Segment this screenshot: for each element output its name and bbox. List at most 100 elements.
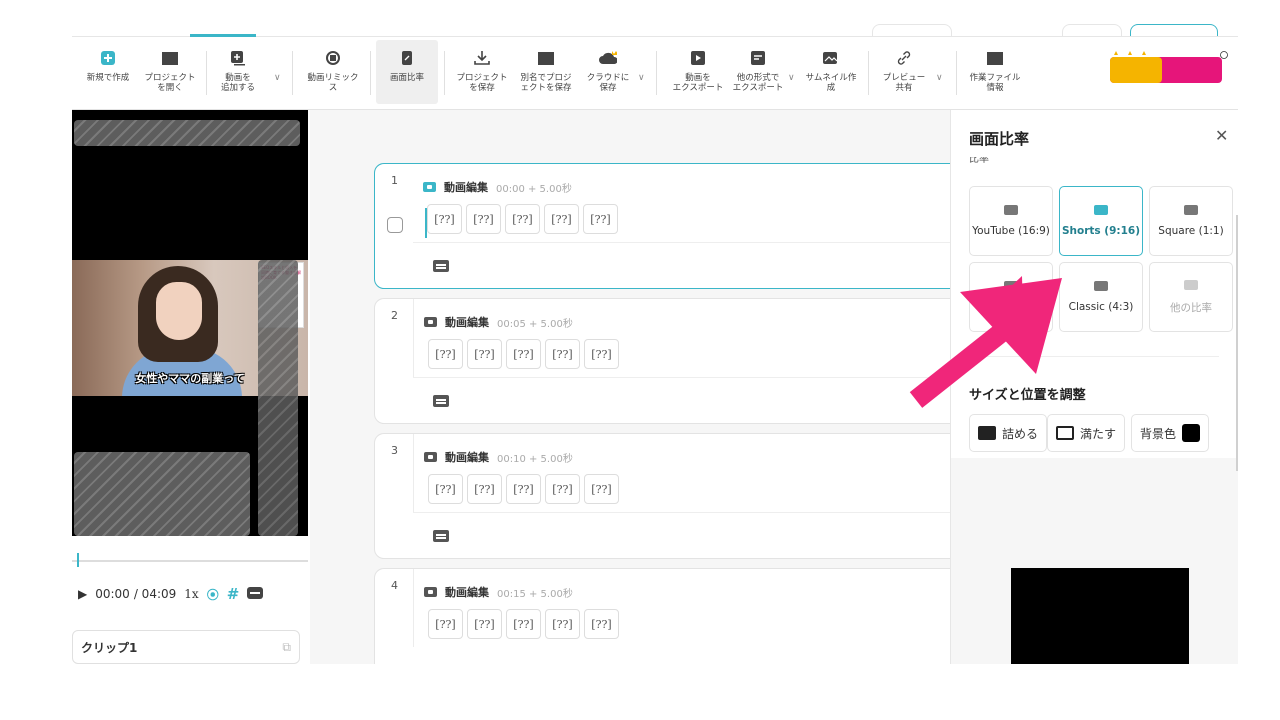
- text-token[interactable]: [??]: [427, 204, 462, 234]
- section-label: 比率: [969, 157, 989, 163]
- ratio-classic[interactable]: Classic (4:3): [1059, 262, 1143, 332]
- text-token[interactable]: [??]: [466, 204, 501, 234]
- scene-number: 1: [391, 174, 398, 187]
- token-row: [??] [??] [??] [??] [??]: [427, 204, 618, 234]
- subtitle-icon: [433, 395, 449, 407]
- placeholder-area: [74, 120, 300, 146]
- scene-header: 動画編集 00:05 + 5.00秒: [424, 314, 573, 330]
- chevron-down-icon[interactable]: ∨: [274, 73, 281, 83]
- text-token[interactable]: [??]: [545, 609, 580, 639]
- play-icon[interactable]: ▶: [78, 587, 87, 601]
- scene-card[interactable]: 1 動画編集 00:00 + 5.00秒 [??] [??] [??] [??] [??]: [374, 163, 950, 289]
- open-project-button[interactable]: プロジェクト を開く: [138, 49, 202, 93]
- scene-card[interactable]: 4 動画編集 00:15 + 5.00秒 [??] [??] [??] [??] [??]: [374, 568, 950, 664]
- grid-icon[interactable]: #: [227, 585, 240, 603]
- file-info-icon: [986, 49, 1004, 67]
- close-icon[interactable]: ✕: [1215, 126, 1228, 145]
- text-token[interactable]: [??]: [428, 474, 463, 504]
- video-icon: [424, 452, 437, 462]
- size-buttons: 詰める 満たす 背景色: [969, 414, 1210, 452]
- text-token[interactable]: [??]: [428, 609, 463, 639]
- text-token[interactable]: [??]: [428, 339, 463, 369]
- text-token[interactable]: [??]: [584, 339, 619, 369]
- divider: [969, 356, 1219, 357]
- export-icon: [689, 49, 707, 67]
- fullscreen-icon[interactable]: ⦿: [207, 586, 219, 603]
- app-window: 新規で作成 プロジェクト を開く 動画を 追加する ∨ 動画リミック ス 画面比…: [72, 0, 1238, 664]
- text-token[interactable]: [??]: [505, 204, 540, 234]
- selection-bar: [425, 208, 427, 238]
- add-video-icon: [229, 49, 247, 67]
- token-row: [??] [??] [??] [??] [??]: [428, 339, 619, 369]
- timeline-playhead[interactable]: [77, 553, 79, 567]
- token-row: [??] [??] [??] [??] [??]: [428, 609, 619, 639]
- ratio-square[interactable]: Square (1:1): [1149, 186, 1233, 256]
- panel-scrollbar[interactable]: [1236, 215, 1238, 471]
- fill-button[interactable]: 満たす: [1047, 414, 1126, 452]
- text-token[interactable]: [??]: [583, 204, 618, 234]
- preview-share-button[interactable]: プレビュー 共有: [876, 49, 932, 93]
- ratio-other[interactable]: 他の比率: [1149, 262, 1233, 332]
- subtitle-row[interactable]: [413, 512, 950, 558]
- open-external-icon[interactable]: ⧉: [282, 640, 291, 655]
- text-token[interactable]: [??]: [467, 609, 502, 639]
- color-swatch: [1182, 424, 1201, 442]
- file-info-button[interactable]: 作業ファイル 情報: [962, 49, 1028, 93]
- clip-label: クリップ1: [81, 640, 138, 655]
- text-token[interactable]: [??]: [506, 474, 541, 504]
- scene-number: 4: [391, 579, 398, 592]
- clapper-icon: [161, 49, 179, 67]
- subtitle-row[interactable]: [413, 377, 950, 423]
- scene-checkbox[interactable]: [387, 217, 403, 233]
- placeholder-area: [74, 452, 250, 536]
- save-as-button[interactable]: 別名でプロジ ェクトを保存: [514, 49, 578, 93]
- text-token[interactable]: [??]: [544, 204, 579, 234]
- ratio-youtube[interactable]: YouTube (16:9): [969, 186, 1053, 256]
- ratio-shorts[interactable]: Shorts (9:16): [1059, 186, 1143, 256]
- timeline-bar[interactable]: [72, 553, 308, 567]
- chevron-down-icon[interactable]: ∨: [936, 73, 943, 83]
- text-token[interactable]: [??]: [545, 474, 580, 504]
- ratio-portrait[interactable]: (4:5): [969, 262, 1053, 332]
- placeholder-area: [258, 260, 298, 536]
- text-token[interactable]: [??]: [545, 339, 580, 369]
- new-project-button[interactable]: 新規で作成: [80, 49, 136, 83]
- person-figure: [156, 282, 202, 340]
- total-time: / 04:09: [133, 587, 177, 601]
- chevron-down-icon[interactable]: ∨: [638, 73, 645, 83]
- thumbnail-button[interactable]: サムネイル作 成: [798, 49, 864, 93]
- text-token[interactable]: [??]: [506, 609, 541, 639]
- subtitle-row[interactable]: [413, 242, 950, 288]
- video-icon: [423, 182, 436, 192]
- video-remix-button[interactable]: 動画リミック ス: [300, 49, 366, 93]
- text-token[interactable]: [??]: [467, 474, 502, 504]
- token-row: [??] [??] [??] [??] [??]: [428, 474, 619, 504]
- screen-ratio-button[interactable]: 画面比率: [376, 40, 438, 104]
- cloud-save-button[interactable]: クラウドに 保存: [580, 49, 636, 93]
- player-controls: ▶ 00:00 / 04:09 1x ⦿ #: [78, 584, 308, 604]
- text-token[interactable]: [??]: [506, 339, 541, 369]
- save-project-button[interactable]: プロジェクト を保存: [450, 49, 514, 93]
- text-token[interactable]: [??]: [467, 339, 502, 369]
- scene-card[interactable]: 2 動画編集 00:05 + 5.00秒 [??] [??] [??] [??] [??]: [374, 298, 950, 424]
- ratio-panel: 画面比率 ✕ 比率 YouTube (16:9) Shorts (9:16) S…: [950, 110, 1238, 664]
- chevron-down-icon[interactable]: ∨: [788, 73, 795, 83]
- thumbnail-icon: [822, 49, 840, 67]
- subtitle-icon: [433, 530, 449, 542]
- subtitle-toggle-icon[interactable]: [247, 586, 264, 602]
- text-token[interactable]: [??]: [584, 609, 619, 639]
- download-icon: [473, 49, 491, 67]
- toolbar-separator: [206, 51, 207, 95]
- clip-card[interactable]: クリップ1 ⧉: [72, 630, 300, 664]
- scene-body: 動画編集 00:00 + 5.00秒 [??] [??] [??] [??] [??]: [413, 164, 950, 242]
- scene-card[interactable]: 3 動画編集 00:10 + 5.00秒 [??] [??] [??] [??] [??]: [374, 433, 950, 559]
- speed-button[interactable]: 1x: [184, 587, 198, 601]
- background-color-button[interactable]: 背景色: [1131, 414, 1210, 452]
- panel-title: 画面比率: [969, 130, 1030, 148]
- add-video-button[interactable]: 動画を 追加する: [210, 49, 266, 93]
- export-other-format-button[interactable]: 他の形式で エクスポート: [722, 49, 794, 93]
- text-token[interactable]: [??]: [584, 474, 619, 504]
- video-preview[interactable]: SEOスキルと収入を同時に育てる働き方解説BOOK 女性やママの副業って: [72, 110, 308, 536]
- toolbar-separator: [370, 51, 371, 95]
- fit-button[interactable]: 詰める: [969, 414, 1048, 452]
